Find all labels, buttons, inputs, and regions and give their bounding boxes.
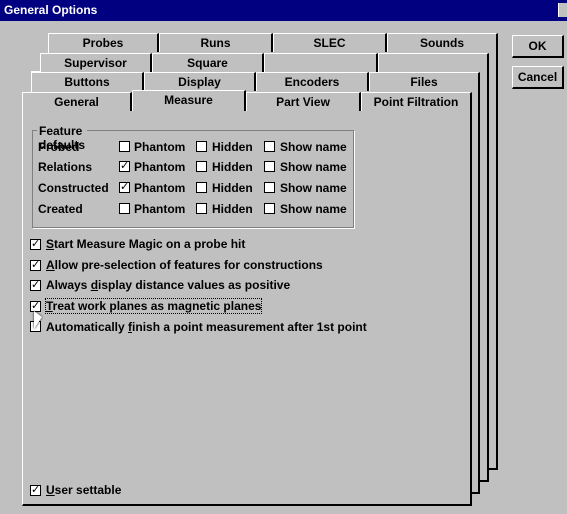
- mouse-pointer-icon: [34, 311, 42, 329]
- allow-preselection-label[interactable]: Allow pre-selection of features for cons…: [46, 258, 323, 272]
- window-title: General Options: [4, 3, 98, 17]
- row-label-relations: Relations: [38, 160, 93, 174]
- finish-after-first-point-label[interactable]: Automatically finish a point measurement…: [46, 320, 367, 334]
- tab-probes[interactable]: Probes: [48, 33, 159, 52]
- tab-square[interactable]: Square: [152, 53, 264, 72]
- tab-sounds[interactable]: Sounds: [387, 33, 498, 52]
- tab-slec[interactable]: SLEC: [273, 33, 387, 52]
- tab-files[interactable]: Files: [369, 72, 480, 91]
- probed-hidden-label: Hidden: [212, 140, 253, 154]
- constructed-hidden-checkbox[interactable]: [196, 182, 207, 193]
- start-measure-magic-label[interactable]: Start Measure Magic on a probe hit: [46, 237, 245, 251]
- created-hidden-label: Hidden: [212, 202, 253, 216]
- tab-blank-1[interactable]: [264, 53, 378, 72]
- relations-hidden-label: Hidden: [212, 160, 253, 174]
- tab-buttons[interactable]: Buttons: [31, 72, 144, 91]
- constructed-phantom-label: Phantom: [134, 181, 186, 195]
- relations-show-name-label: Show name: [280, 160, 347, 174]
- magnetic-planes-label[interactable]: Treat work planes as magnetic planes: [44, 298, 263, 314]
- constructed-show-name-checkbox[interactable]: [264, 182, 275, 193]
- start-measure-magic-checkbox[interactable]: ✓: [30, 239, 41, 250]
- created-phantom-label: Phantom: [134, 202, 186, 216]
- row-label-created: Created: [38, 202, 83, 216]
- tab-runs[interactable]: Runs: [159, 33, 273, 52]
- general-options-dialog: General Options Probes Runs SLEC Sounds …: [0, 0, 567, 514]
- tab-encoders[interactable]: Encoders: [256, 72, 369, 91]
- row-label-constructed: Constructed: [38, 181, 109, 195]
- ok-button[interactable]: OK: [512, 35, 564, 58]
- probed-phantom-label: Phantom: [134, 140, 186, 154]
- tab-supervisor[interactable]: Supervisor: [40, 53, 152, 72]
- constructed-phantom-checkbox[interactable]: ✓: [119, 182, 130, 193]
- created-show-name-checkbox[interactable]: [264, 203, 275, 214]
- allow-preselection-checkbox[interactable]: ✓: [30, 260, 41, 271]
- relations-hidden-checkbox[interactable]: [196, 161, 207, 172]
- user-settable-checkbox[interactable]: ✓: [30, 485, 41, 496]
- constructed-show-name-label: Show name: [280, 181, 347, 195]
- created-phantom-checkbox[interactable]: [119, 203, 130, 214]
- close-button[interactable]: [558, 3, 567, 17]
- relations-phantom-checkbox[interactable]: ✓: [119, 161, 130, 172]
- title-bar: General Options: [0, 0, 567, 21]
- probed-show-name-checkbox[interactable]: [264, 141, 275, 152]
- tab-blank-2[interactable]: [378, 53, 489, 72]
- created-show-name-label: Show name: [280, 202, 347, 216]
- probed-phantom-checkbox[interactable]: [119, 141, 130, 152]
- display-positive-label[interactable]: Always display distance values as positi…: [46, 278, 290, 292]
- display-positive-checkbox[interactable]: ✓: [30, 280, 41, 291]
- relations-show-name-checkbox[interactable]: [264, 161, 275, 172]
- probed-hidden-checkbox[interactable]: [196, 141, 207, 152]
- relations-phantom-label: Phantom: [134, 160, 186, 174]
- probed-show-name-label: Show name: [280, 140, 347, 154]
- created-hidden-checkbox[interactable]: [196, 203, 207, 214]
- tab-general[interactable]: General: [22, 92, 132, 111]
- tab-display[interactable]: Display: [144, 72, 256, 91]
- cancel-button[interactable]: Cancel: [512, 66, 564, 89]
- tab-measure[interactable]: Measure: [132, 90, 246, 111]
- tab-point-filtration[interactable]: Point Filtration: [361, 92, 472, 111]
- user-settable-label[interactable]: User settable: [46, 483, 121, 497]
- tab-part-view[interactable]: Part View: [246, 92, 361, 111]
- row-label-probed: Probed: [38, 140, 80, 154]
- constructed-hidden-label: Hidden: [212, 181, 253, 195]
